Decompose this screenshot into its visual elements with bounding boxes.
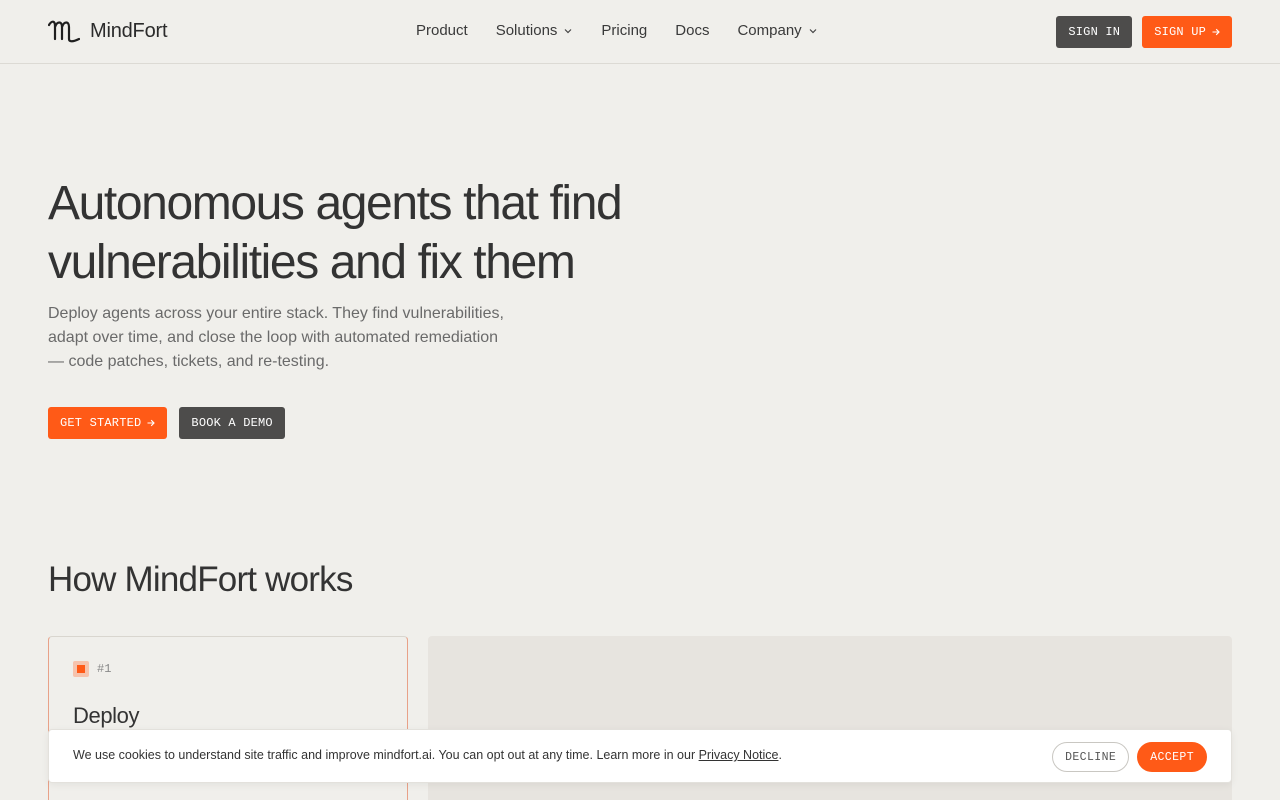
- nav-link-pricing[interactable]: Pricing: [601, 22, 647, 39]
- nav-links: Product Solutions Pricing Docs Company: [416, 22, 818, 39]
- sign-in-label: SIGN IN: [1068, 25, 1121, 39]
- nav-link-solutions[interactable]: Solutions: [496, 22, 574, 39]
- how-it-works-title: How MindFort works: [48, 560, 353, 599]
- chevron-down-icon: [564, 28, 572, 33]
- hero-ctas: GET STARTED BOOK A DEMO: [48, 407, 285, 439]
- get-started-label: GET STARTED: [60, 416, 142, 430]
- step-badge: #1: [73, 661, 111, 677]
- book-demo-button[interactable]: BOOK A DEMO: [179, 407, 285, 439]
- hero-title-line-1: Autonomous agents that find: [48, 177, 623, 230]
- cookie-text: We use cookies to understand site traffi…: [73, 748, 782, 762]
- nav-link-label: Company: [737, 22, 802, 39]
- hero-title: Autonomous agents that find vulnerabilit…: [48, 174, 688, 292]
- hero-subtitle: Deploy agents across your entire stack. …: [48, 305, 504, 370]
- sign-in-button[interactable]: SIGN IN: [1056, 16, 1133, 48]
- privacy-notice-link[interactable]: Privacy Notice: [699, 748, 779, 762]
- nav-link-label: Pricing: [601, 22, 648, 39]
- cookie-period: .: [778, 748, 782, 762]
- brand-name: MindFort: [90, 19, 168, 42]
- step-number: #1: [97, 662, 112, 676]
- top-nav: MindFort Product Solutions Pricing Docs …: [0, 0, 1280, 64]
- decline-label: DECLINE: [1065, 750, 1117, 764]
- step-title: Deploy: [73, 703, 140, 728]
- step-marker-icon: [73, 661, 89, 677]
- cookie-actions: DECLINE ACCEPT: [1052, 742, 1207, 772]
- mindfort-logo-icon: [48, 20, 80, 43]
- hero-title-line-2: vulnerabilities and fix them: [48, 236, 576, 289]
- nav-link-product[interactable]: Product: [416, 22, 468, 39]
- brand[interactable]: MindFort: [48, 18, 168, 44]
- nav-actions: SIGN IN SIGN UP: [1056, 16, 1232, 48]
- get-started-button[interactable]: GET STARTED: [48, 407, 168, 439]
- cookie-banner: We use cookies to understand site traffi…: [48, 729, 1232, 783]
- arrow-right-icon: [1212, 28, 1220, 36]
- nav-link-label: Docs: [675, 22, 710, 39]
- decline-cookies-button[interactable]: DECLINE: [1052, 742, 1130, 772]
- nav-link-label: Product: [416, 22, 468, 39]
- nav-link-company[interactable]: Company: [737, 22, 817, 39]
- sign-up-button[interactable]: SIGN UP: [1142, 16, 1232, 48]
- sign-up-label: SIGN UP: [1154, 25, 1206, 39]
- cookie-message: We use cookies to understand site traffi…: [73, 748, 699, 762]
- accept-cookies-button[interactable]: ACCEPT: [1137, 742, 1207, 772]
- nav-link-docs[interactable]: Docs: [675, 22, 709, 39]
- arrow-right-icon: [147, 419, 156, 427]
- chevron-down-icon: [809, 28, 817, 33]
- book-demo-label: BOOK A DEMO: [191, 416, 273, 430]
- accept-label: ACCEPT: [1150, 750, 1194, 764]
- nav-link-label: Solutions: [495, 22, 558, 39]
